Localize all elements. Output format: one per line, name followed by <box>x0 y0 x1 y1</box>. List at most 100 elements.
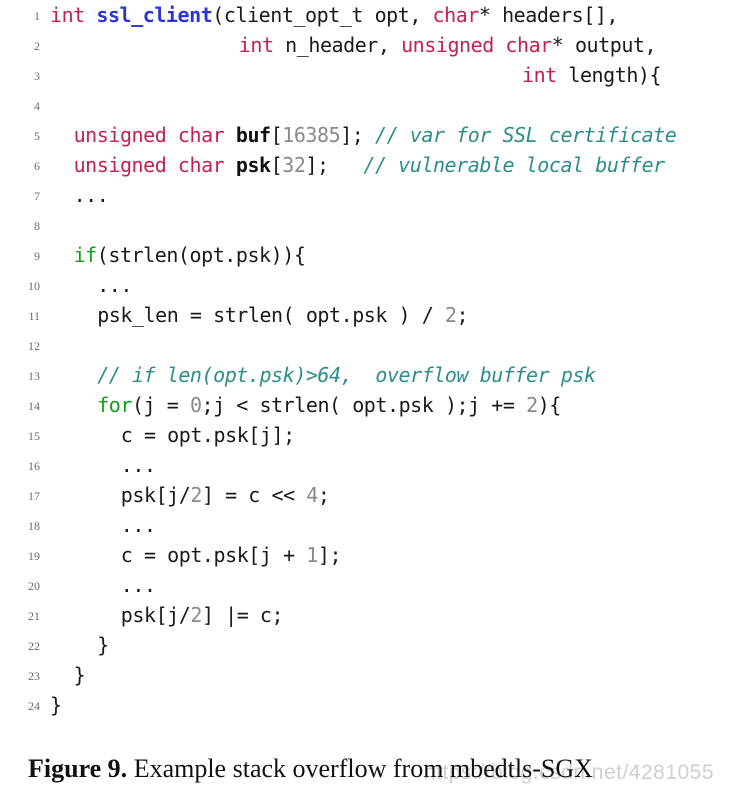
code-text: psk[j/2] = c << 4; <box>121 480 330 510</box>
code-text: int n_header, unsigned char* output, <box>238 30 657 60</box>
code-line: 11 psk_len = strlen( opt.psk ) / 2; <box>0 300 755 330</box>
token-var: buf <box>235 123 271 147</box>
code-text: } <box>74 660 86 690</box>
line-number: 17 <box>28 489 40 503</box>
token-plain: ; <box>456 303 469 327</box>
code-text: ... <box>121 510 156 540</box>
token-plain: ... <box>120 513 156 537</box>
token-plain: psk[j/ <box>120 483 191 507</box>
token-plain: ... <box>97 273 132 297</box>
figure-caption: https://blog.csdn.net/4281055 Figure 9. … <box>0 752 755 791</box>
code-line: 5 unsigned char buf[16385]; // var for SS… <box>0 120 755 150</box>
code-text: } <box>50 690 62 720</box>
token-plain: * headers[], <box>478 3 619 27</box>
token-plain: } <box>97 633 109 657</box>
code-line: 12 <box>0 330 755 360</box>
line-number: 19 <box>28 549 40 563</box>
token-plain: } <box>50 693 62 717</box>
token-number: 0 <box>189 393 202 417</box>
code-line: 22} <box>0 630 755 660</box>
token-plain: ){ <box>537 393 562 417</box>
code-text: // if len(opt.psk)>64, overflow buffer p… <box>97 360 596 390</box>
code-line: 6 unsigned char psk[32]; // vulnerable lo… <box>0 150 755 180</box>
line-number: 23 <box>28 669 40 683</box>
line-number: 3 <box>34 69 40 83</box>
code-text: c = opt.psk[j + 1]; <box>120 540 342 570</box>
token-number: 2 <box>190 483 202 507</box>
token-type: unsigned char <box>73 153 225 177</box>
token-comment: // if len(opt.psk)>64, overflow buffer p… <box>97 363 596 387</box>
token-type: int <box>522 63 557 87</box>
code-text: psk[j/2] |= c; <box>120 600 284 630</box>
code-text: ... <box>74 180 109 210</box>
token-number: 2 <box>190 603 202 627</box>
code-text: psk_len = strlen( opt.psk ) / 2; <box>97 300 468 330</box>
line-number: 18 <box>28 519 40 533</box>
code-line: 23} <box>0 660 755 690</box>
line-number: 24 <box>28 699 40 713</box>
caption-line: Figure 9. Example stack overflow from mb… <box>28 752 593 786</box>
line-number: 2 <box>34 39 40 53</box>
token-plain: ] |= c; <box>201 603 284 627</box>
token-plain: ] = c << <box>201 483 307 507</box>
token-plain: ... <box>73 183 109 207</box>
token-type: unsigned char <box>401 33 552 57</box>
line-number: 22 <box>28 639 40 653</box>
token-plain: c = opt.psk[j]; <box>120 423 295 447</box>
line-number: 9 <box>34 249 40 263</box>
code-text: int length){ <box>522 60 662 90</box>
code-text: if(strlen(opt.psk)){ <box>74 240 306 270</box>
token-keyword: for <box>97 393 132 417</box>
code-text: unsigned char buf[16385]; // var for SSL… <box>74 120 677 150</box>
token-plain: psk_len = strlen( opt.psk ) / <box>97 303 445 327</box>
line-number: 20 <box>28 579 40 593</box>
token-plain: c = opt.psk[j + <box>120 543 307 567</box>
token-number: 4 <box>306 483 318 507</box>
token-plain: (strlen(opt.psk)){ <box>96 243 306 267</box>
token-type: int <box>50 3 85 27</box>
line-number: 8 <box>34 219 40 233</box>
line-number: 15 <box>28 429 40 443</box>
code-line: 2 int n_header, unsigned char* output, <box>0 30 755 60</box>
token-number: 2 <box>526 393 538 417</box>
code-line: 8 <box>0 210 755 240</box>
line-number: 6 <box>34 159 40 173</box>
code-text: int ssl_client(client_opt_t opt, char* h… <box>50 0 618 30</box>
code-line: 10... <box>0 270 755 300</box>
code-line: 13 // if len(opt.psk)>64, overflow buffer… <box>0 360 755 390</box>
code-line: 21 psk[j/2] |= c; <box>0 600 755 630</box>
code-text: ... <box>121 450 156 480</box>
line-number: 12 <box>28 339 40 353</box>
code-text: } <box>97 630 109 660</box>
line-number: 10 <box>28 279 40 293</box>
token-plain: ... <box>120 573 156 597</box>
caption-body: Example stack overflow from mbedtls-SGX <box>127 754 593 783</box>
token-plain: psk[j/ <box>120 603 191 627</box>
token-plain: } <box>73 663 86 687</box>
code-line: 14 for(j = 0;j < strlen( opt.psk );j += 2… <box>0 390 755 420</box>
token-keyword: if <box>73 243 98 267</box>
token-plain: ... <box>120 453 156 477</box>
token-comment: // vulnerable local buffer <box>363 153 665 177</box>
token-plain: * output, <box>551 33 657 57</box>
token-function: ssl_client <box>96 3 213 27</box>
token-type: int <box>238 33 274 57</box>
code-line: 19 c = opt.psk[j + 1]; <box>0 540 755 570</box>
token-plain: [ <box>270 123 283 147</box>
caption-label: Figure 9. <box>28 754 128 783</box>
line-number: 11 <box>28 309 40 323</box>
code-line: 17 psk[j/2] = c << 4; <box>0 480 755 510</box>
token-plain: (client_opt_t opt, <box>212 3 433 27</box>
token-plain: [ <box>270 153 283 177</box>
token-number: 2 <box>444 303 457 327</box>
token-plain: ]; <box>340 123 375 147</box>
code-line: 3 int length){ <box>0 60 755 90</box>
code-line: 15 c = opt.psk[j]; <box>0 420 755 450</box>
code-line: 24} <box>0 690 755 720</box>
token-type: unsigned char <box>73 123 225 147</box>
code-line: 20... <box>0 570 755 600</box>
line-number: 14 <box>28 399 40 413</box>
line-number: 13 <box>28 369 40 383</box>
token-type: char <box>432 3 480 27</box>
